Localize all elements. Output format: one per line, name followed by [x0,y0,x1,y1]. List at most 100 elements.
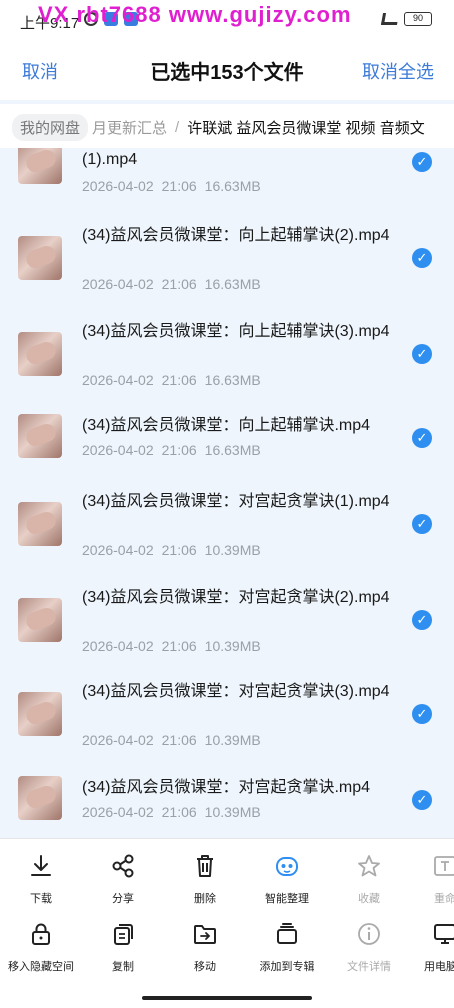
share-button[interactable]: 分享 [82,853,164,906]
checked-icon[interactable]: ✓ [412,790,432,810]
file-size: 10.39MB [204,732,261,748]
rename-icon [434,856,454,876]
open-on-computer-label: 用电脑 [424,961,454,973]
checked-icon[interactable]: ✓ [412,428,432,448]
file-name: (34)益风会员微课堂：对宫起贪掌诀(1).mp4 [82,493,390,510]
file-size: 16.63MB [204,178,261,194]
list-item[interactable]: (34)益风会员微课堂：向上起辅掌诀.mp4 2026-04-02 21:06 16… [0,414,454,484]
move-to-hidden-button[interactable]: 移入隐藏空间 [0,921,82,974]
list-item[interactable]: (1).mp4 2026-04-02 21:06 16.63MB ✓ [0,148,454,208]
lock-icon [32,923,50,945]
file-time: 21:06 [161,542,197,558]
download-label: 下载 [30,893,52,905]
file-time: 21:06 [161,372,197,388]
list-item[interactable]: (34)益风会员微课堂：对宫起贪掌诀(3).mp4 2026-04-02 21:0… [0,680,454,770]
deselect-all-button[interactable]: 取消全选 [362,58,434,84]
move-button[interactable]: 移动 [164,921,246,974]
list-item[interactable]: (34)益风会员微课堂：对宫起贪掌诀(1).mp4 2026-04-02 21:0… [0,490,454,580]
video-thumbnail [18,692,62,736]
open-on-computer-button[interactable]: 用电脑 [410,921,454,974]
file-time: 21:06 [161,638,197,654]
file-name: (34)益风会员微课堂：向上起辅掌诀(3).mp4 [82,323,390,340]
file-meta: 2026-04-02 21:06 16.63MB [82,372,269,388]
file-name: (34)益风会员微课堂：对宫起贪掌诀(2).mp4 [82,589,390,606]
file-meta: 2026-04-02 21:06 10.39MB [82,804,269,820]
video-thumbnail [18,332,62,376]
status-bar: 上午9:17 VX rbt7688 www.gujizy.com 90 [0,0,454,36]
file-size: 16.63MB [204,442,261,458]
file-meta: 2026-04-02 21:06 10.39MB [82,732,269,748]
video-thumbnail [18,148,62,184]
file-size: 16.63MB [204,372,261,388]
checked-icon[interactable]: ✓ [412,344,432,364]
copy-label: 复制 [112,961,134,973]
move-label: 移动 [194,961,216,973]
video-thumbnail [18,502,62,546]
file-size: 10.39MB [204,804,261,820]
file-time: 21:06 [161,178,197,194]
video-thumbnail [18,776,62,820]
file-details-label: 文件详情 [347,961,391,973]
video-thumbnail [18,236,62,280]
copy-icon [114,924,133,945]
trash-icon [197,855,213,877]
list-item[interactable]: (34)益风会员微课堂：向上起辅掌诀(3).mp4 2026-04-02 21:0… [0,320,454,410]
file-time: 21:06 [161,276,197,292]
video-thumbnail [18,598,62,642]
list-item[interactable]: (34)益风会员微课堂：向上起辅掌诀(2).mp4 2026-04-02 21:0… [0,224,454,314]
add-to-album-button[interactable]: 添加到专辑 [246,921,328,974]
list-item[interactable]: (34)益风会员微课堂：对宫起贪掌诀(2).mp4 2026-04-02 21:0… [0,586,454,676]
selection-header: 取消 已选中153个文件 取消全选 [0,36,454,100]
move-to-hidden-label: 移入隐藏空间 [8,961,74,973]
file-size: 10.39MB [204,638,261,654]
file-name: (34)益风会员微课堂：向上起辅掌诀.mp4 [82,417,371,434]
rename-button[interactable]: 重命 [410,853,454,906]
file-meta: 2026-04-02 21:06 16.63MB [82,178,269,194]
breadcrumb-separator: / [175,119,180,136]
computer-icon [434,924,454,944]
delete-label: 删除 [194,893,216,905]
file-meta: 2026-04-02 21:06 10.39MB [82,638,269,654]
favorite-button[interactable]: 收藏 [328,853,410,906]
status-right: 90 [380,12,432,26]
breadcrumb: 我的网盘 月更新汇总 / 许联斌 益风会员微课堂 视频 音频文 [0,104,454,148]
home-indicator[interactable] [142,996,312,1000]
download-icon [31,855,51,876]
file-time: 21:06 [161,442,197,458]
file-name: (34)益风会员微课堂：对宫起贪掌诀.mp4 [82,779,371,796]
breadcrumb-current: 许联斌 益风会员微课堂 视频 音频文 [187,120,425,137]
file-name: (34)益风会员微课堂：对宫起贪掌诀(3).mp4 [82,683,390,700]
file-name: (1).mp4 [82,151,138,168]
download-button[interactable]: 下载 [0,853,82,906]
file-date: 2026-04-02 [82,372,154,388]
checked-icon[interactable]: ✓ [412,610,432,630]
file-date: 2026-04-02 [82,732,154,748]
share-label: 分享 [112,893,134,905]
smart-organize-button[interactable]: 智能整理 [246,853,328,906]
checked-icon[interactable]: ✓ [412,248,432,268]
checked-icon[interactable]: ✓ [412,514,432,534]
watermark: VX rbt7688 www.gujizy.com [38,2,352,27]
file-meta: 2026-04-02 21:06 10.39MB [82,542,269,558]
move-icon [194,925,216,944]
add-to-album-label: 添加到专辑 [259,961,315,973]
breadcrumb-root[interactable]: 我的网盘 [12,114,89,141]
signal-icon [380,13,400,25]
star-icon [358,855,380,877]
file-details-button[interactable]: 文件详情 [328,921,410,974]
file-size: 16.63MB [204,276,261,292]
file-date: 2026-04-02 [82,178,154,194]
list-item[interactable]: (34)益风会员微课堂：对宫起贪掌诀.mp4 2026-04-02 21:06 10… [0,776,454,836]
copy-button[interactable]: 复制 [82,921,164,974]
file-date: 2026-04-02 [82,276,154,292]
checked-icon[interactable]: ✓ [412,704,432,724]
delete-button[interactable]: 删除 [164,853,246,906]
file-size: 10.39MB [204,542,261,558]
rename-label: 重命 [434,893,454,905]
video-thumbnail [18,414,62,458]
file-date: 2026-04-02 [82,804,154,820]
checked-icon[interactable]: ✓ [412,152,432,172]
breadcrumb-middle[interactable]: 月更新汇总 [92,117,167,138]
file-date: 2026-04-02 [82,442,154,458]
file-time: 21:06 [161,732,197,748]
